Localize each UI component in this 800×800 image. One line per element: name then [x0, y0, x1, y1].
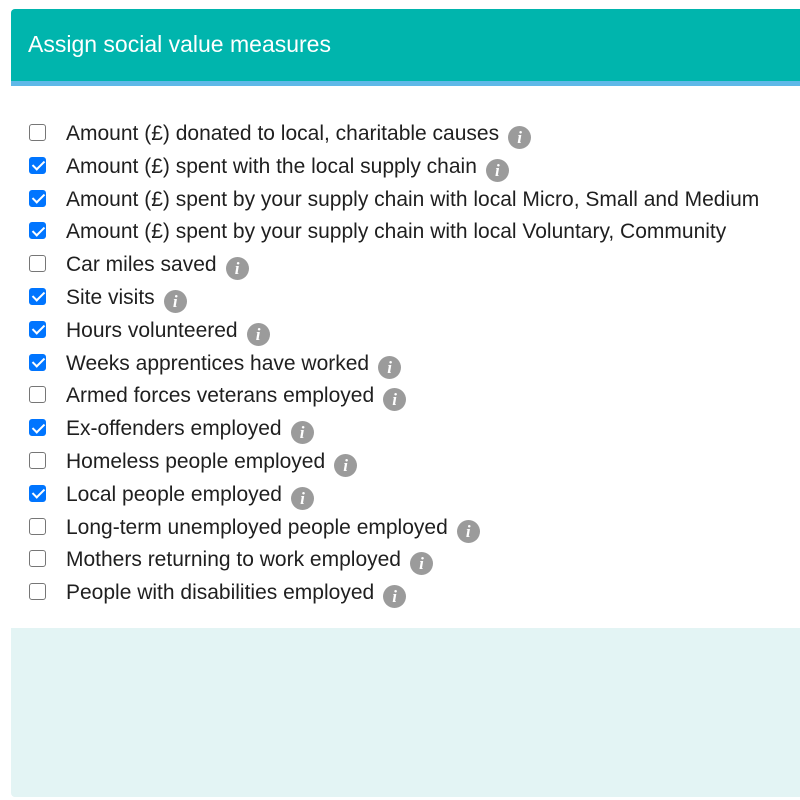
measure-label: Ex-offenders employed — [66, 417, 282, 441]
info-icon[interactable]: i — [378, 355, 402, 379]
measure-checkbox[interactable] — [29, 583, 46, 601]
measure-item: Amount (£) spent by your supply chain wi… — [11, 220, 800, 253]
measure-item: Hours volunteered i — [11, 319, 800, 352]
measure-checkbox[interactable] — [29, 222, 46, 240]
measure-item: Local people employed i — [11, 483, 800, 516]
measure-checkbox[interactable] — [29, 287, 46, 305]
panel-title: Assign social value measures — [28, 31, 331, 57]
measure-label-container[interactable]: Homeless people employed i — [66, 449, 358, 477]
info-icon[interactable]: i — [383, 388, 407, 412]
info-icon[interactable]: i — [225, 257, 249, 281]
measure-label: Hours volunteered — [66, 318, 238, 342]
measure-label: Site visits — [66, 285, 155, 309]
info-icon[interactable]: i — [410, 552, 433, 576]
info-icon[interactable]: i — [291, 486, 314, 510]
measure-checkbox[interactable] — [29, 255, 46, 273]
measure-label-container[interactable]: Long-term unemployed people employed i — [66, 516, 480, 543]
panel-header: Assign social value measures — [11, 9, 800, 86]
measure-label-container[interactable]: Ex-offenders employed i — [66, 417, 314, 445]
measure-label-container[interactable]: Hours volunteered i — [66, 319, 270, 346]
measure-label: Local people employed — [66, 482, 282, 506]
measure-label-container[interactable]: Weeks apprentices have worked i — [66, 351, 402, 379]
measure-label-container[interactable]: Amount (£) spent with the local supply c… — [66, 155, 509, 182]
info-icon[interactable]: i — [383, 585, 407, 609]
measure-item: Ex-offenders employed i — [11, 417, 800, 450]
measure-item: Mothers returning to work employed i — [11, 548, 800, 581]
measure-item: Car miles saved i — [11, 253, 800, 286]
measure-label-container[interactable]: Site visits i — [66, 286, 187, 313]
panel-body: Amount (£) donated to local, charitable … — [11, 86, 800, 628]
measure-item: Site visits i — [11, 286, 800, 319]
measure-item: People with disabilities employed i — [11, 581, 800, 614]
measure-label-container[interactable]: Armed forces veterans employed i — [66, 384, 407, 412]
measure-label-container[interactable]: Amount (£) spent by your supply chain wi… — [66, 188, 759, 212]
measure-label: Car miles saved — [66, 253, 217, 277]
measure-label-container[interactable]: Local people employed i — [66, 483, 314, 510]
measure-label: Amount (£) spent by your supply chain wi… — [66, 187, 760, 211]
social-value-panel: Assign social value measures Amount (£) … — [11, 9, 800, 797]
measure-item: Amount (£) spent with the local supply c… — [11, 155, 800, 188]
info-icon[interactable]: i — [456, 519, 480, 543]
info-icon[interactable]: i — [163, 289, 187, 313]
measure-checkbox[interactable] — [29, 156, 46, 174]
info-icon[interactable]: i — [290, 421, 314, 445]
measure-label-container[interactable]: People with disabilities employed i — [66, 581, 407, 609]
measure-label-container[interactable]: Amount (£) spent by your supply chain wi… — [66, 220, 726, 244]
measure-checkbox[interactable] — [29, 386, 46, 404]
measure-label: Long-term unemployed people employed — [66, 515, 448, 539]
measure-label: Amount (£) spent with the local supply c… — [66, 154, 477, 178]
measure-checkbox[interactable] — [29, 451, 46, 469]
measure-checkbox[interactable] — [29, 189, 46, 207]
measure-checkbox[interactable] — [29, 419, 46, 437]
measure-label: Armed forces veterans employed — [66, 384, 375, 408]
measure-label-container[interactable]: Amount (£) donated to local, charitable … — [66, 122, 532, 149]
measure-label: Mothers returning to work employed — [66, 548, 401, 572]
measure-checkbox[interactable] — [29, 517, 46, 535]
measure-item: Homeless people employed i — [11, 450, 800, 483]
measure-item: Amount (£) spent by your supply chain wi… — [11, 188, 800, 221]
info-icon[interactable]: i — [334, 453, 358, 477]
measure-checkbox[interactable] — [29, 353, 46, 371]
measure-checkbox[interactable] — [29, 124, 46, 141]
measure-label: Homeless people employed — [66, 449, 326, 473]
measure-label: People with disabilities employed — [66, 581, 375, 605]
measure-label: Amount (£) donated to local, charitable … — [66, 122, 500, 145]
info-icon[interactable]: i — [508, 126, 532, 149]
measure-item: Weeks apprentices have worked i — [11, 352, 800, 385]
measure-checkbox[interactable] — [29, 320, 46, 338]
measure-label: Weeks apprentices have worked — [66, 351, 370, 375]
measure-checkbox[interactable] — [29, 550, 46, 568]
measure-item: Amount (£) donated to local, charitable … — [11, 122, 800, 155]
measure-label: Amount (£) spent by your supply chain wi… — [66, 220, 727, 244]
info-icon[interactable]: i — [246, 322, 270, 346]
measure-checkbox[interactable] — [29, 484, 46, 502]
measure-item: Armed forces veterans employed i — [11, 384, 800, 417]
measure-label-container[interactable]: Car miles saved i — [66, 253, 249, 281]
measure-item: Long-term unemployed people employed i — [11, 516, 800, 549]
measure-list: Amount (£) donated to local, charitable … — [11, 122, 800, 614]
info-icon[interactable]: i — [485, 158, 509, 182]
measure-label-container[interactable]: Mothers returning to work employed i — [66, 548, 433, 576]
